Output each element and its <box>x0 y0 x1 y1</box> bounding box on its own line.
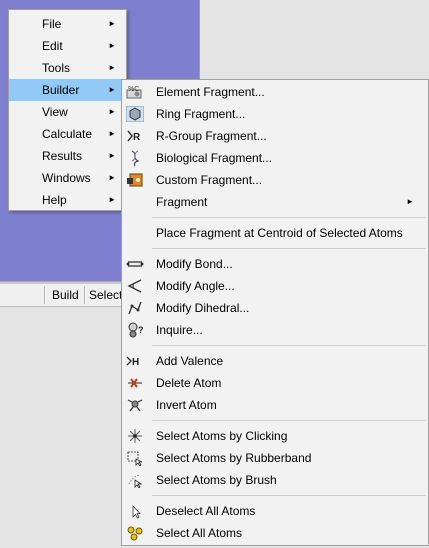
menu-item-label: Tools <box>42 61 71 75</box>
menu-item-label: Modify Angle... <box>156 279 235 293</box>
menu-item-label: Inquire... <box>156 323 203 337</box>
ring-fragment-icon <box>125 105 145 123</box>
menu-item-modify-dihedral[interactable]: Modify Dihedral... <box>122 297 428 319</box>
submenu-arrow-icon: ► <box>108 151 116 160</box>
custom-fragment-icon <box>126 172 144 188</box>
submenu-arrow-icon: ► <box>108 173 116 182</box>
menu-item-label: Builder <box>42 83 80 97</box>
menu-item-label: Add Valence <box>156 354 224 368</box>
menu-item-label: Modify Bond... <box>156 257 233 271</box>
biological-fragment-icon <box>126 150 144 167</box>
menu-separator <box>152 420 426 421</box>
menu-separator <box>152 248 426 249</box>
delete-atom-icon <box>126 375 144 391</box>
menu-item-select-atoms-by-clicking[interactable]: Select Atoms by Clicking <box>122 425 428 447</box>
menu-builder[interactable]: Builder ► <box>9 79 126 101</box>
menu-item-place-fragment-at-centroid-of-selected-atoms[interactable]: Place Fragment at Centroid of Selected A… <box>122 222 428 244</box>
builder-submenu: %C Element Fragment... Ring Fragment... R R-… <box>121 79 429 546</box>
svg-text:R: R <box>133 132 141 143</box>
menu-results[interactable]: Results ► <box>9 145 126 167</box>
submenu-arrow-icon: ► <box>108 129 116 138</box>
submenu-arrow-icon: ► <box>108 107 116 116</box>
menu-item-label: Biological Fragment... <box>156 151 273 165</box>
svg-text:?: ? <box>138 325 144 335</box>
modify-angle-icon <box>126 278 144 294</box>
menu-file[interactable]: File ► <box>9 13 126 35</box>
menu-help[interactable]: Help ► <box>9 189 126 211</box>
menu-item-label: Windows <box>42 171 91 185</box>
menu-windows[interactable]: Windows ► <box>9 167 126 189</box>
menu-calculate[interactable]: Calculate ► <box>9 123 126 145</box>
menu-item-label: Help <box>42 193 67 207</box>
status-separator <box>84 286 85 304</box>
menu-item-select-all-atoms[interactable]: Select All Atoms <box>122 522 428 544</box>
select-brush-icon <box>126 472 144 489</box>
menu-item-label: Place Fragment at Centroid of Selected A… <box>156 226 403 240</box>
menu-item-label: Delete Atom <box>156 376 222 390</box>
menu-item-label: Modify Dihedral... <box>156 301 250 315</box>
menu-item-custom-fragment[interactable]: Custom Fragment... <box>122 169 428 191</box>
select-click-icon <box>126 428 144 444</box>
modify-dihedral-icon <box>126 300 144 316</box>
menu-item-label: Select All Atoms <box>156 526 243 540</box>
menu-item-label: Fragment <box>156 195 208 209</box>
submenu-arrow-icon: ► <box>108 41 116 50</box>
svg-text:H: H <box>132 357 139 368</box>
menu-item-r-group-fragment[interactable]: R R-Group Fragment... <box>122 125 428 147</box>
menu-item-label: Deselect All Atoms <box>156 504 256 518</box>
menu-item-modify-bond[interactable]: Modify Bond... <box>122 253 428 275</box>
menu-item-label: Custom Fragment... <box>156 173 263 187</box>
menu-item-modify-angle[interactable]: Modify Angle... <box>122 275 428 297</box>
menu-item-label: Ring Fragment... <box>156 107 246 121</box>
deselect-all-icon <box>126 503 144 519</box>
invert-atom-icon <box>126 397 144 413</box>
submenu-arrow-icon: ► <box>108 195 116 204</box>
add-valence-icon: H <box>126 353 144 369</box>
menu-item-element-fragment[interactable]: %C Element Fragment... <box>122 81 428 103</box>
inquire-icon: ? <box>126 322 144 338</box>
menu-item-label: Select Atoms by Brush <box>156 473 277 487</box>
menu-item-label: View <box>42 105 68 119</box>
menu-edit[interactable]: Edit ► <box>9 35 126 57</box>
menu-item-ring-fragment[interactable]: Ring Fragment... <box>122 103 428 125</box>
menu-item-label: File <box>42 17 62 31</box>
menu-item-add-valence[interactable]: H Add Valence <box>122 350 428 372</box>
menu-item-deselect-all-atoms[interactable]: Deselect All Atoms <box>122 500 428 522</box>
submenu-arrow-icon: ► <box>406 197 414 206</box>
status-build: Build <box>52 288 79 302</box>
menu-item-label: R-Group Fragment... <box>156 129 267 143</box>
element-fragment-icon: %C <box>126 84 144 100</box>
menu-item-label: Select Atoms by Rubberband <box>156 451 312 465</box>
menu-separator <box>152 217 426 218</box>
menu-item-label: Edit <box>42 39 63 53</box>
menu-separator <box>152 495 426 496</box>
menu-item-inquire[interactable]: ? Inquire... <box>122 319 428 341</box>
menu-view[interactable]: View ► <box>9 101 126 123</box>
status-select: Select <box>89 288 122 302</box>
menu-item-select-atoms-by-rubberband[interactable]: Select Atoms by Rubberband <box>122 447 428 469</box>
status-separator <box>44 286 45 304</box>
menu-tools[interactable]: Tools ► <box>9 57 126 79</box>
menu-item-delete-atom[interactable]: Delete Atom <box>122 372 428 394</box>
menu-item-select-atoms-by-brush[interactable]: Select Atoms by Brush <box>122 469 428 491</box>
select-rubberband-icon <box>126 450 144 467</box>
menu-item-biological-fragment[interactable]: Biological Fragment... <box>122 147 428 169</box>
menu-separator <box>152 345 426 346</box>
rgroup-fragment-icon: R <box>126 128 144 144</box>
main-menu: File ► Edit ► Tools ► Builder ► View ► Calculate ► R… <box>8 9 127 211</box>
submenu-arrow-icon: ► <box>108 19 116 28</box>
menu-item-label: Results <box>42 149 83 163</box>
menu-item-label: Element Fragment... <box>156 85 265 99</box>
select-all-icon <box>126 525 144 541</box>
submenu-arrow-icon: ► <box>108 85 116 94</box>
submenu-arrow-icon: ► <box>108 63 116 72</box>
menu-item-label: Select Atoms by Clicking <box>156 429 288 443</box>
menu-item-fragment[interactable]: Fragment ► <box>122 191 428 213</box>
lower-panel <box>0 307 122 546</box>
menu-item-invert-atom[interactable]: Invert Atom <box>122 394 428 416</box>
menu-item-label: Calculate <box>42 127 93 141</box>
modify-bond-icon <box>126 256 144 272</box>
status-bar: Build Select <box>0 284 122 307</box>
menu-item-label: Invert Atom <box>156 398 217 412</box>
